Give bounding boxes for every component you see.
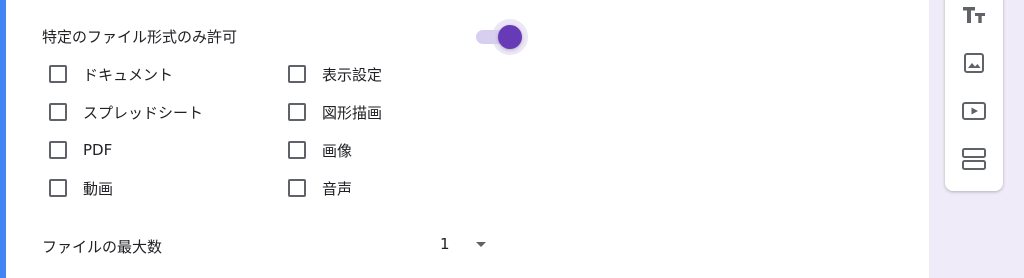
add-image-icon	[964, 53, 984, 73]
checkbox[interactable]	[49, 65, 67, 83]
file-type-video-option[interactable]: 動画	[49, 175, 113, 201]
add-section-button[interactable]	[961, 146, 987, 172]
max-files-label: ファイルの最大数	[42, 238, 163, 256]
file-type-spreadsheet-option[interactable]: スプレッドシート	[49, 99, 203, 125]
file-type-image-option[interactable]: 画像	[288, 137, 352, 163]
file-type-presentation-option[interactable]: 表示設定	[288, 61, 382, 87]
toggle-thumb	[498, 25, 522, 49]
file-type-label: スプレッドシート	[83, 103, 204, 122]
add-section-icon	[962, 148, 986, 170]
max-files-value: 1	[440, 235, 450, 253]
add-image-button[interactable]	[961, 50, 987, 76]
file-type-label: 動画	[83, 179, 114, 198]
checkbox[interactable]	[49, 103, 67, 121]
file-type-label: 画像	[322, 141, 353, 160]
add-title-icon	[963, 7, 985, 23]
add-video-button[interactable]	[961, 98, 987, 124]
file-type-drawing-option[interactable]: 図形描画	[288, 99, 382, 125]
file-type-pdf-option[interactable]: PDF	[49, 137, 112, 163]
form-tools-sidebar	[945, 0, 1003, 191]
checkbox[interactable]	[49, 179, 67, 197]
file-type-label: PDF	[83, 141, 113, 159]
checkbox[interactable]	[288, 65, 306, 83]
file-type-audio-option[interactable]: 音声	[288, 175, 352, 201]
file-type-label: 図形描画	[322, 103, 383, 122]
checkbox[interactable]	[49, 141, 67, 159]
add-title-button[interactable]	[961, 2, 987, 28]
checkbox[interactable]	[288, 179, 306, 197]
checkbox[interactable]	[288, 103, 306, 121]
checkbox[interactable]	[288, 141, 306, 159]
dropdown-arrow-icon	[476, 241, 486, 247]
add-video-icon	[962, 102, 986, 120]
file-type-label: ドキュメント	[83, 65, 174, 84]
allow-file-types-toggle[interactable]	[474, 19, 534, 55]
allow-file-types-label: 特定のファイル形式のみ許可	[42, 28, 238, 46]
file-type-label: 音声	[322, 179, 353, 198]
question-card: 特定のファイル形式のみ許可 ドキュメント スプレッドシート PDF 動画 表示設…	[0, 0, 929, 278]
file-type-document-option[interactable]: ドキュメント	[49, 61, 173, 87]
file-type-label: 表示設定	[322, 65, 383, 84]
card-accent-bar	[0, 0, 6, 278]
max-files-dropdown[interactable]: 1	[440, 232, 486, 256]
